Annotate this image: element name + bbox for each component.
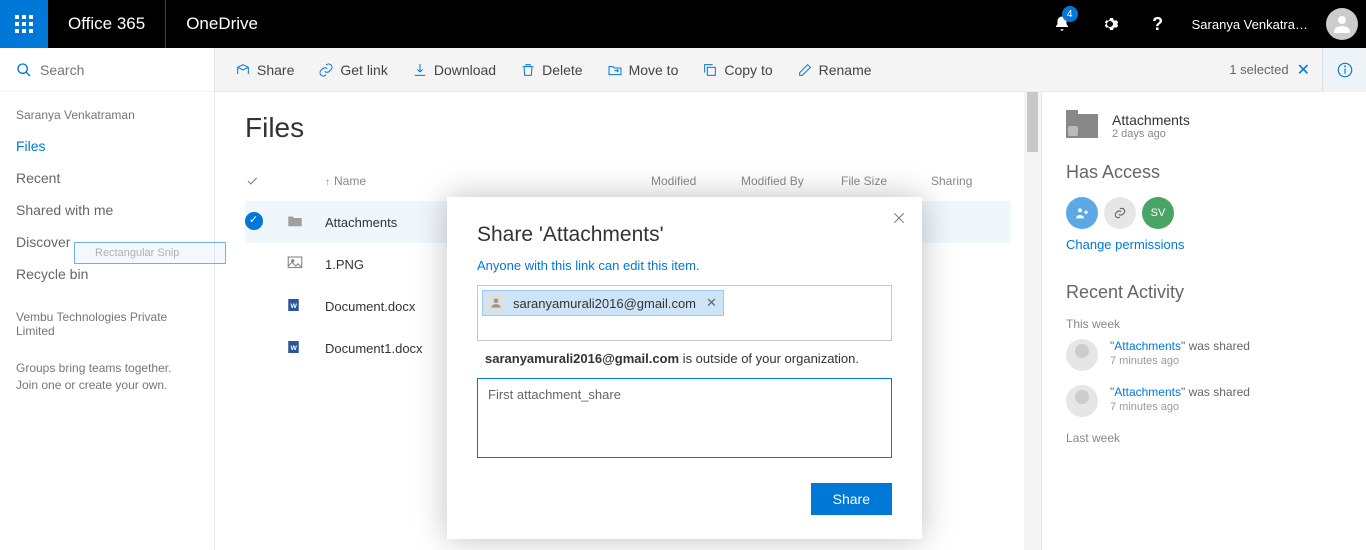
svg-text:W: W xyxy=(291,345,298,352)
info-icon xyxy=(1336,61,1354,79)
access-share-icon[interactable] xyxy=(1066,197,1098,229)
cmd-rename[interactable]: Rename xyxy=(797,62,872,78)
word-icon: W xyxy=(285,295,305,315)
share-button[interactable]: Share xyxy=(811,483,892,515)
nav-recycle[interactable]: Recycle bin xyxy=(0,258,214,290)
app-launcher[interactable] xyxy=(0,0,48,48)
folder-icon xyxy=(1066,114,1098,138)
nav-owner: Saranya Venkatraman xyxy=(0,92,214,130)
permission-link[interactable]: Anyone with this link can edit this item… xyxy=(477,258,700,273)
details-toggle[interactable] xyxy=(1322,48,1366,92)
share-dialog: Share 'Attachments' Anyone with this lin… xyxy=(447,197,922,539)
moveto-icon xyxy=(607,62,623,78)
page-title: Files xyxy=(245,112,1011,144)
col-size[interactable]: File Size xyxy=(841,174,931,191)
notifications-badge: 4 xyxy=(1062,6,1078,22)
has-access-title: Has Access xyxy=(1066,162,1342,183)
nav-recent[interactable]: Recent xyxy=(0,162,214,194)
access-user-avatar[interactable]: SV xyxy=(1142,197,1174,229)
command-bar: Share Get link Download Delete Move to C… xyxy=(215,48,1366,92)
access-link-icon[interactable] xyxy=(1104,197,1136,229)
share-icon xyxy=(235,62,251,78)
details-item-time: 2 days ago xyxy=(1112,128,1190,140)
download-icon xyxy=(412,62,428,78)
activity-item: "Attachments" was shared7 minutes ago xyxy=(1066,339,1342,371)
recent-activity-title: Recent Activity xyxy=(1066,282,1342,303)
nav-shared[interactable]: Shared with me xyxy=(0,194,214,226)
change-permissions-link[interactable]: Change permissions xyxy=(1066,237,1342,252)
link-icon xyxy=(318,62,334,78)
svg-text:W: W xyxy=(291,303,298,310)
external-warning: saranyamurali2016@gmail.com is outside o… xyxy=(477,351,892,366)
nav-groups-hint: Groups bring teams together.Join one or … xyxy=(0,346,214,408)
activity-this-week: This week xyxy=(1066,317,1342,331)
details-pane: Attachments 2 days ago Has Access SV Cha… xyxy=(1042,92,1366,550)
recipient-chip: saranyamurali2016@gmail.com ✕ xyxy=(482,290,724,316)
selection-count: 1 selected xyxy=(1229,62,1288,77)
search-box[interactable] xyxy=(0,48,214,92)
user-name[interactable]: Saranya Venkatra… xyxy=(1182,17,1318,32)
col-sharing[interactable]: Sharing xyxy=(931,174,1011,191)
activity-avatar xyxy=(1066,339,1098,371)
activity-last-week: Last week xyxy=(1066,431,1342,445)
dialog-close[interactable] xyxy=(892,211,906,230)
copyto-icon xyxy=(702,62,718,78)
activity-avatar xyxy=(1066,385,1098,417)
details-item-name: Attachments xyxy=(1112,112,1190,128)
chip-remove[interactable]: ✕ xyxy=(706,295,717,311)
dialog-title: Share 'Attachments' xyxy=(477,223,892,247)
rename-icon xyxy=(797,62,813,78)
cmd-share[interactable]: Share xyxy=(235,62,294,78)
image-icon xyxy=(285,253,305,273)
search-icon xyxy=(16,62,32,78)
message-input[interactable] xyxy=(477,378,892,458)
search-input[interactable] xyxy=(40,62,180,78)
cmd-moveto[interactable]: Move to xyxy=(607,62,679,78)
folder-icon xyxy=(285,211,305,231)
activity-item: "Attachments" was shared7 minutes ago xyxy=(1066,385,1342,417)
nav-discover[interactable]: Discover xyxy=(0,226,214,258)
cmd-copyto[interactable]: Copy to xyxy=(702,62,772,78)
global-header: Office 365 OneDrive 4 ? Saranya Venkatra… xyxy=(0,0,1366,48)
col-name[interactable]: ↑Name xyxy=(325,174,651,191)
check-icon[interactable] xyxy=(245,174,259,188)
col-modby[interactable]: Modified By xyxy=(741,174,841,191)
brand-label[interactable]: Office 365 xyxy=(48,0,166,48)
user-avatar[interactable] xyxy=(1326,8,1358,40)
settings-icon[interactable] xyxy=(1086,0,1134,48)
cmd-getlink[interactable]: Get link xyxy=(318,62,387,78)
cmd-download[interactable]: Download xyxy=(412,62,496,78)
notifications-icon[interactable]: 4 xyxy=(1038,0,1086,48)
nav-files[interactable]: Files xyxy=(0,130,214,162)
recipient-input[interactable]: saranyamurali2016@gmail.com ✕ xyxy=(477,285,892,341)
delete-icon xyxy=(520,62,536,78)
col-modified[interactable]: Modified xyxy=(651,174,741,191)
cmd-delete[interactable]: Delete xyxy=(520,62,582,78)
nav-org: Vembu Technologies Private Limited xyxy=(0,290,214,346)
help-icon[interactable]: ? xyxy=(1134,0,1182,48)
clear-selection[interactable]: ✕ xyxy=(1297,60,1310,80)
app-label[interactable]: OneDrive xyxy=(166,14,278,34)
row-checkbox[interactable] xyxy=(245,212,263,230)
sidebar: Saranya Venkatraman Files Recent Shared … xyxy=(0,48,215,550)
scrollbar[interactable] xyxy=(1024,92,1041,550)
person-icon xyxy=(485,292,507,314)
word-icon: W xyxy=(285,337,305,357)
